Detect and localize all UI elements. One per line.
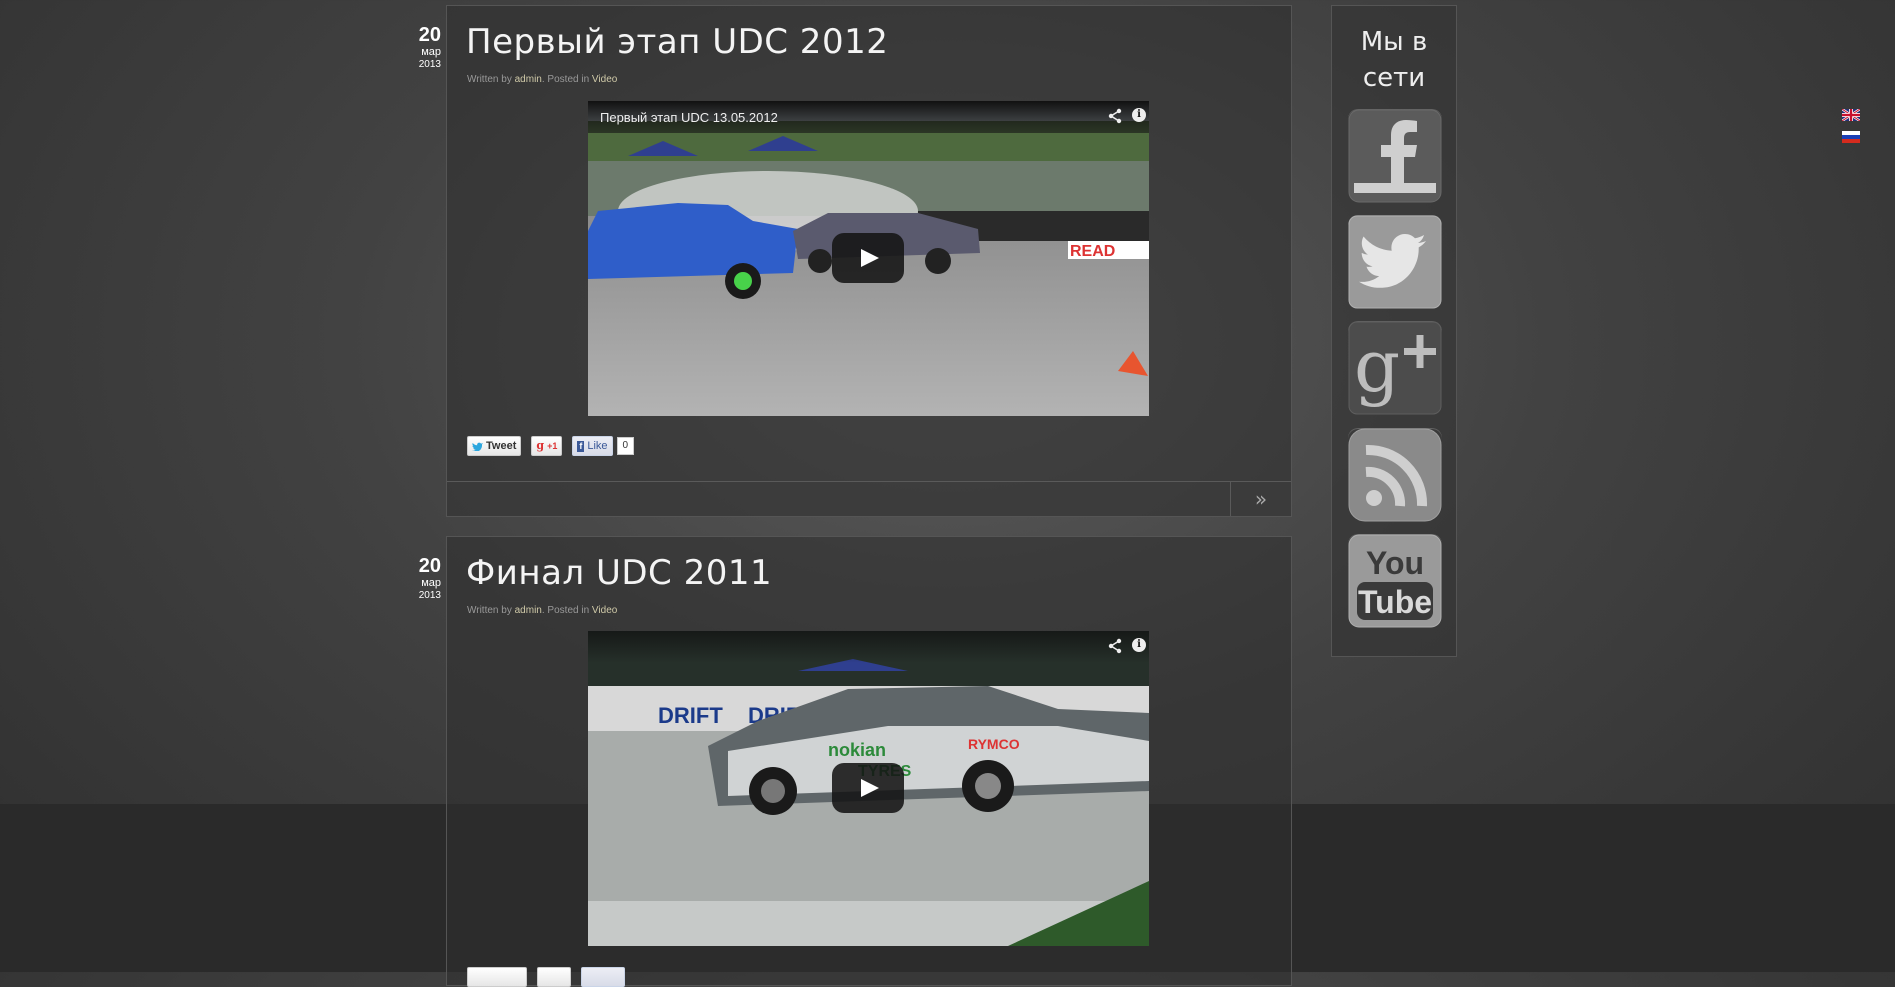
meta-written-by: Written by <box>467 74 512 85</box>
sidebar-heading-line1: Мы в <box>1360 27 1428 57</box>
uk-flag-icon[interactable] <box>1842 109 1860 121</box>
svg-text:RYMCO: RYMCO <box>968 736 1020 752</box>
play-button[interactable] <box>832 233 904 283</box>
play-button[interactable] <box>832 763 904 813</box>
facebook-like-button[interactable]: f Like <box>572 436 613 456</box>
video-player[interactable]: READ Первый этап UDC 13.05.2012 i <box>588 101 1149 416</box>
twitter-bird-icon <box>472 442 483 451</box>
plus-one-label: +1 <box>547 441 558 451</box>
svg-text:nokian: nokian <box>828 740 886 760</box>
date-year: 2013 <box>418 590 441 601</box>
youtube-text-top: You <box>1366 545 1424 581</box>
facebook-like-widget: f Like 0 <box>572 436 635 456</box>
article-date: 20 мар 2013 <box>405 555 441 601</box>
article-date: 20 мар 2013 <box>405 24 441 70</box>
info-icon[interactable]: i <box>1132 638 1146 652</box>
google-plus-one-button[interactable] <box>537 967 571 987</box>
social-sidebar: Мы в сети g You Tube <box>1331 5 1457 657</box>
share-icon[interactable] <box>1107 108 1123 129</box>
meta-written-by: Written by <box>467 605 512 616</box>
share-icon[interactable] <box>1107 638 1123 659</box>
article-title[interactable]: Финал UDC 2011 <box>466 553 772 593</box>
video-topbar: Первый этап UDC 13.05.2012 i <box>588 101 1149 133</box>
article-title[interactable]: Первый этап UDC 2012 <box>466 22 888 62</box>
svg-text:READ: READ <box>1070 243 1115 260</box>
category-link[interactable]: Video <box>592 605 617 616</box>
google-plus-icon[interactable]: g <box>1348 321 1442 415</box>
meta-posted-in: . Posted in <box>541 74 590 85</box>
read-more-button[interactable]: » <box>1230 482 1291 516</box>
tweet-button[interactable] <box>467 967 527 987</box>
sidebar-heading-line2: сети <box>1362 63 1426 93</box>
article-2: Финал UDC 2011 Written by admin. Posted … <box>446 536 1292 987</box>
tweet-button[interactable]: Tweet <box>467 436 522 456</box>
language-switcher <box>1842 109 1860 153</box>
rss-icon[interactable] <box>1348 428 1442 522</box>
video-topbar: i <box>588 631 1149 663</box>
date-month: мар <box>421 46 441 58</box>
meta-posted-in: . Posted in <box>541 605 590 616</box>
video-player[interactable]: DRIFT DRIFT nokian TYRES RYMCO i <box>588 631 1149 946</box>
article-meta: Written by admin. Posted in Video <box>467 74 617 86</box>
article-1: Первый этап UDC 2012 Written by admin. P… <box>446 5 1292 517</box>
tweet-label: Tweet <box>486 440 517 452</box>
date-year: 2013 <box>418 59 441 70</box>
date-day: 20 <box>418 555 441 577</box>
facebook-like-button[interactable] <box>581 967 625 987</box>
ru-flag-icon[interactable] <box>1842 131 1860 143</box>
date-day: 20 <box>418 24 441 46</box>
article-footer: » <box>447 481 1291 516</box>
like-count: 0 <box>616 437 635 455</box>
google-plus-one-button[interactable]: g +1 <box>531 436 563 456</box>
date-month: мар <box>421 577 441 589</box>
info-icon[interactable]: i <box>1132 108 1146 122</box>
youtube-text-bottom: Tube <box>1358 584 1432 620</box>
category-link[interactable]: Video <box>592 74 617 85</box>
author-link[interactable]: admin <box>515 74 542 85</box>
article-meta: Written by admin. Posted in Video <box>467 605 617 617</box>
author-link[interactable]: admin <box>515 605 542 616</box>
like-label: Like <box>587 440 608 452</box>
share-buttons <box>467 967 625 987</box>
video-title[interactable]: Первый этап UDC 13.05.2012 <box>600 110 778 126</box>
google-g-icon: g <box>536 439 545 452</box>
svg-text:DRIFT: DRIFT <box>658 703 723 728</box>
facebook-icon[interactable] <box>1348 109 1442 203</box>
facebook-f-icon: f <box>577 440 585 452</box>
youtube-icon[interactable]: You Tube <box>1348 534 1442 628</box>
twitter-icon[interactable] <box>1348 215 1442 309</box>
sidebar-heading: Мы в сети <box>1332 24 1456 96</box>
svg-text:g: g <box>1354 324 1400 408</box>
share-buttons: Tweet g +1 f Like 0 <box>467 436 635 456</box>
